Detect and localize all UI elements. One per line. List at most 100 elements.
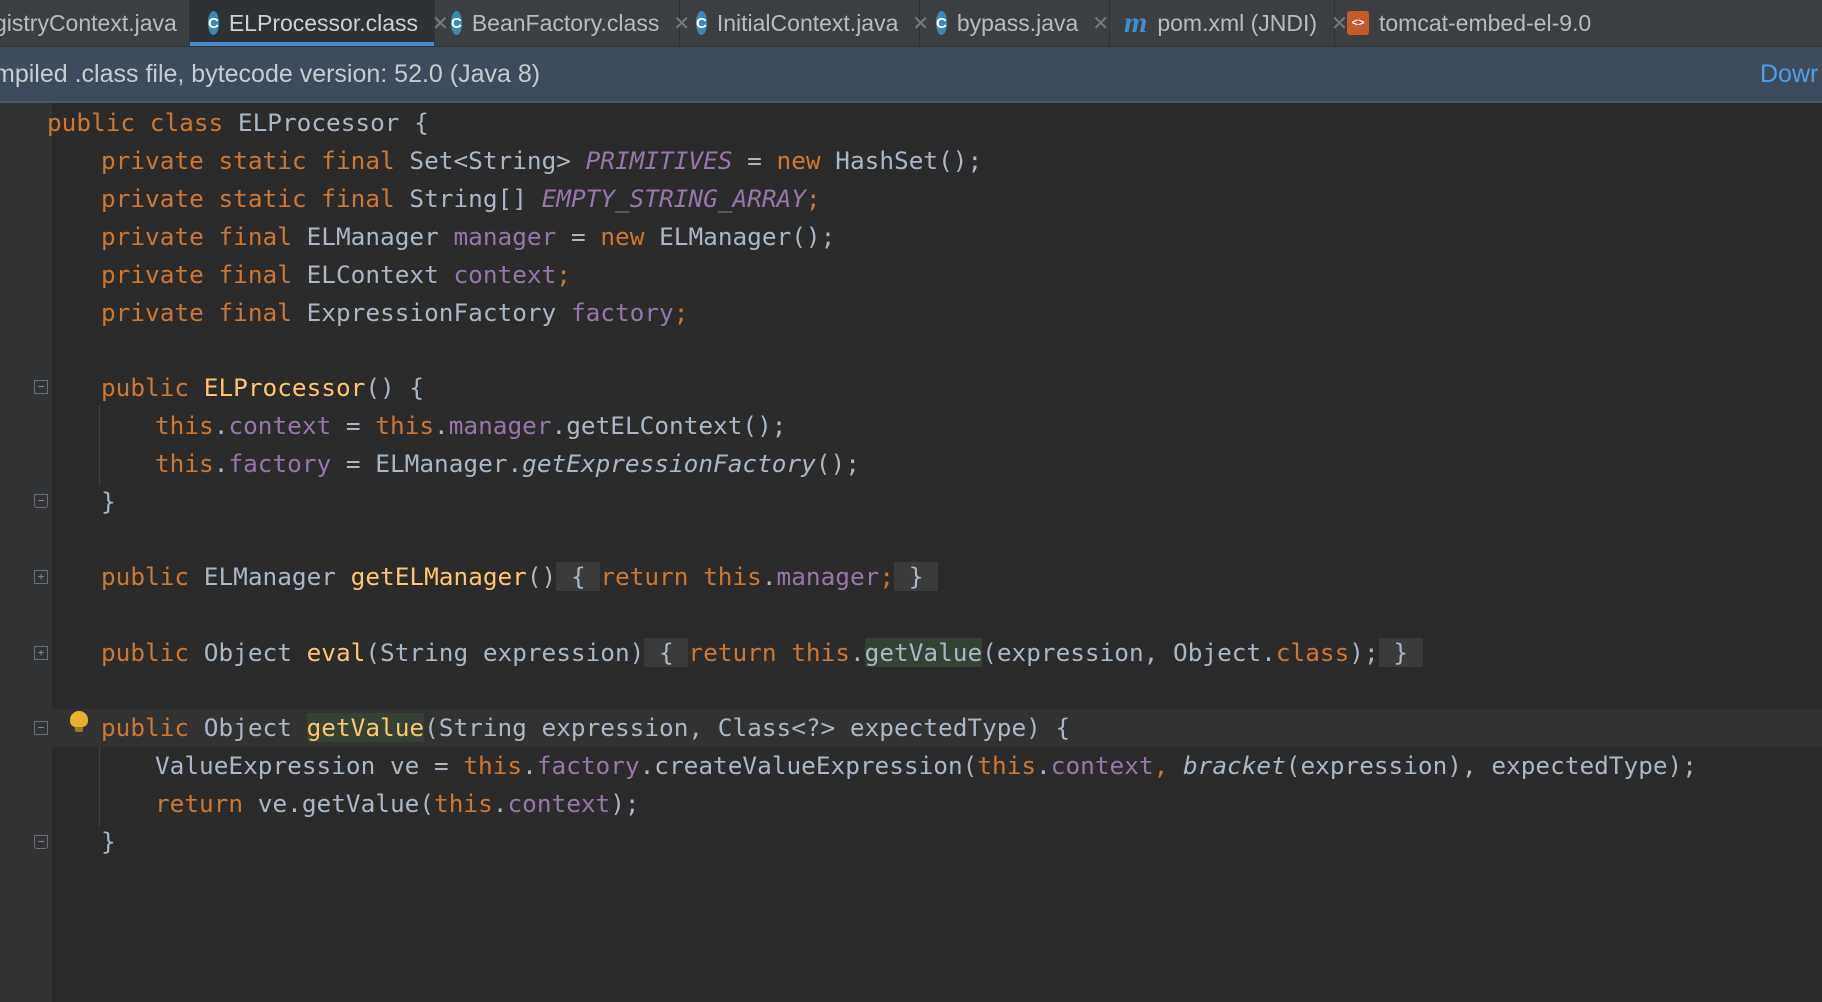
decompiled-notice-bar: mpiled .class file, bytecode version: 52…	[0, 47, 1822, 103]
dot: .	[761, 562, 777, 591]
field: manager	[448, 411, 552, 440]
method-declaration: getELManager	[350, 562, 527, 591]
class-file-icon: C	[451, 11, 462, 35]
expression: .getELContext();	[551, 411, 787, 440]
type: Set<String>	[409, 146, 571, 175]
keyword: new	[776, 146, 821, 175]
tab-registry-context[interactable]: gistryContext.java ✕	[0, 0, 208, 46]
expression: );	[1349, 638, 1379, 667]
active-tab-indicator	[190, 42, 434, 46]
folded-region[interactable]: }	[894, 562, 939, 591]
expression: );	[610, 789, 640, 818]
lightbulb-icon[interactable]	[70, 711, 88, 733]
keyword: this	[155, 411, 214, 440]
keyword: this	[434, 789, 493, 818]
tab-pom[interactable]: m pom.xml (JNDI) ✕	[1110, 0, 1348, 46]
expression: = ELManager.	[331, 449, 523, 478]
tab-tomcat-embed-el[interactable]: <> tomcat-embed-el-9.0	[1335, 0, 1822, 46]
field: factory	[570, 298, 674, 327]
field: factory	[536, 751, 640, 780]
tab-elprocessor[interactable]: C ELProcessor.class ✕	[190, 0, 449, 46]
semicolon: ;	[879, 562, 895, 591]
brace: }	[101, 487, 116, 516]
java-class-icon: C	[696, 11, 707, 35]
field: context	[453, 260, 557, 289]
keyword: public	[101, 373, 190, 402]
method-declaration: getValue	[306, 713, 425, 742]
static-method-call: getExpressionFactory	[522, 449, 816, 478]
code-line: private final ExpressionFactory factory;	[101, 294, 688, 332]
jar-archive-icon: <>	[1347, 11, 1369, 35]
keyword: static	[218, 146, 307, 175]
keyword: public	[101, 713, 190, 742]
code-line: }	[101, 823, 116, 861]
keyword: final	[321, 146, 395, 175]
keyword: this	[977, 751, 1037, 780]
folded-region[interactable]: {	[644, 638, 689, 667]
brace: }	[1393, 638, 1409, 667]
dot: .	[522, 751, 537, 780]
keyword: static	[218, 184, 307, 213]
fold-expand-icon[interactable]: +	[34, 646, 48, 660]
download-sources-link[interactable]: Dowr	[1760, 60, 1818, 89]
expression: ELManager();	[659, 222, 836, 251]
tab-initialcontext[interactable]: C InitialContext.java ✕	[680, 0, 929, 46]
operator: =	[570, 222, 586, 251]
arguments: (expression), expectedType);	[1285, 751, 1697, 780]
type: String[]	[409, 184, 527, 213]
keyword: this	[155, 449, 214, 478]
keyword: this	[375, 411, 435, 440]
folded-region[interactable]: {	[556, 562, 601, 591]
close-icon[interactable]: ✕	[1092, 11, 1109, 36]
dot: .	[213, 411, 229, 440]
brace: }	[908, 562, 924, 591]
field: manager	[776, 562, 880, 591]
keyword: private	[101, 298, 204, 327]
keyword: private	[101, 222, 204, 251]
code-line: public ELProcessor() {	[101, 369, 424, 407]
code-line: return ve.getValue(this.context);	[155, 785, 640, 823]
fold-marker-icon[interactable]: −	[34, 721, 48, 735]
tab-beanfactory[interactable]: C BeanFactory.class ✕	[435, 0, 690, 46]
field: manager	[453, 222, 557, 251]
runnable-class-icon: C	[936, 11, 947, 35]
tab-label: ELProcessor.class	[228, 9, 419, 36]
operator: =	[747, 146, 762, 175]
folded-region[interactable]: }	[1378, 638, 1423, 667]
expression: ValueExpression ve =	[155, 751, 464, 780]
semicolon: ;	[805, 184, 821, 213]
code-line: private static final Set<String> PRIMITI…	[101, 142, 982, 180]
tab-label: InitialContext.java	[716, 9, 899, 36]
dot: .	[849, 638, 865, 667]
expression: ();	[815, 449, 860, 478]
code-line: private static final String[] EMPTY_STRI…	[101, 180, 821, 218]
type: Object	[203, 638, 292, 667]
static-method-call: bracket	[1182, 751, 1286, 780]
fold-expand-icon[interactable]: +	[34, 570, 48, 584]
static-field: PRIMITIVES	[585, 146, 733, 175]
keyword: public	[47, 108, 136, 137]
fold-end-icon[interactable]: −	[34, 494, 48, 508]
type: ExpressionFactory	[306, 298, 557, 327]
code-line: this.context = this.manager.getELContext…	[155, 407, 786, 445]
tab-bypass[interactable]: C bypass.java ✕	[920, 0, 1110, 46]
type: ELManager	[203, 562, 336, 591]
fold-end-icon[interactable]: −	[34, 835, 48, 849]
keyword: private	[101, 184, 204, 213]
keyword: final	[218, 222, 292, 251]
editor-gutter	[0, 103, 52, 1002]
code-line: private final ELManager manager = new EL…	[101, 218, 835, 256]
code-editor[interactable]: − − + + − − public class ELProcessor { p…	[0, 103, 1822, 1002]
operator: =	[331, 411, 376, 440]
maven-icon: m	[1124, 6, 1148, 39]
keyword: final	[218, 260, 292, 289]
keyword: this	[463, 751, 523, 780]
static-field: EMPTY_STRING_ARRAY	[541, 184, 806, 213]
brace: }	[101, 827, 116, 856]
keyword: private	[101, 146, 204, 175]
keyword: return	[155, 789, 244, 818]
keyword: private	[101, 260, 204, 289]
class-name: ELProcessor	[237, 108, 400, 137]
fold-marker-icon[interactable]: −	[34, 380, 48, 394]
indent-guide	[99, 406, 100, 486]
